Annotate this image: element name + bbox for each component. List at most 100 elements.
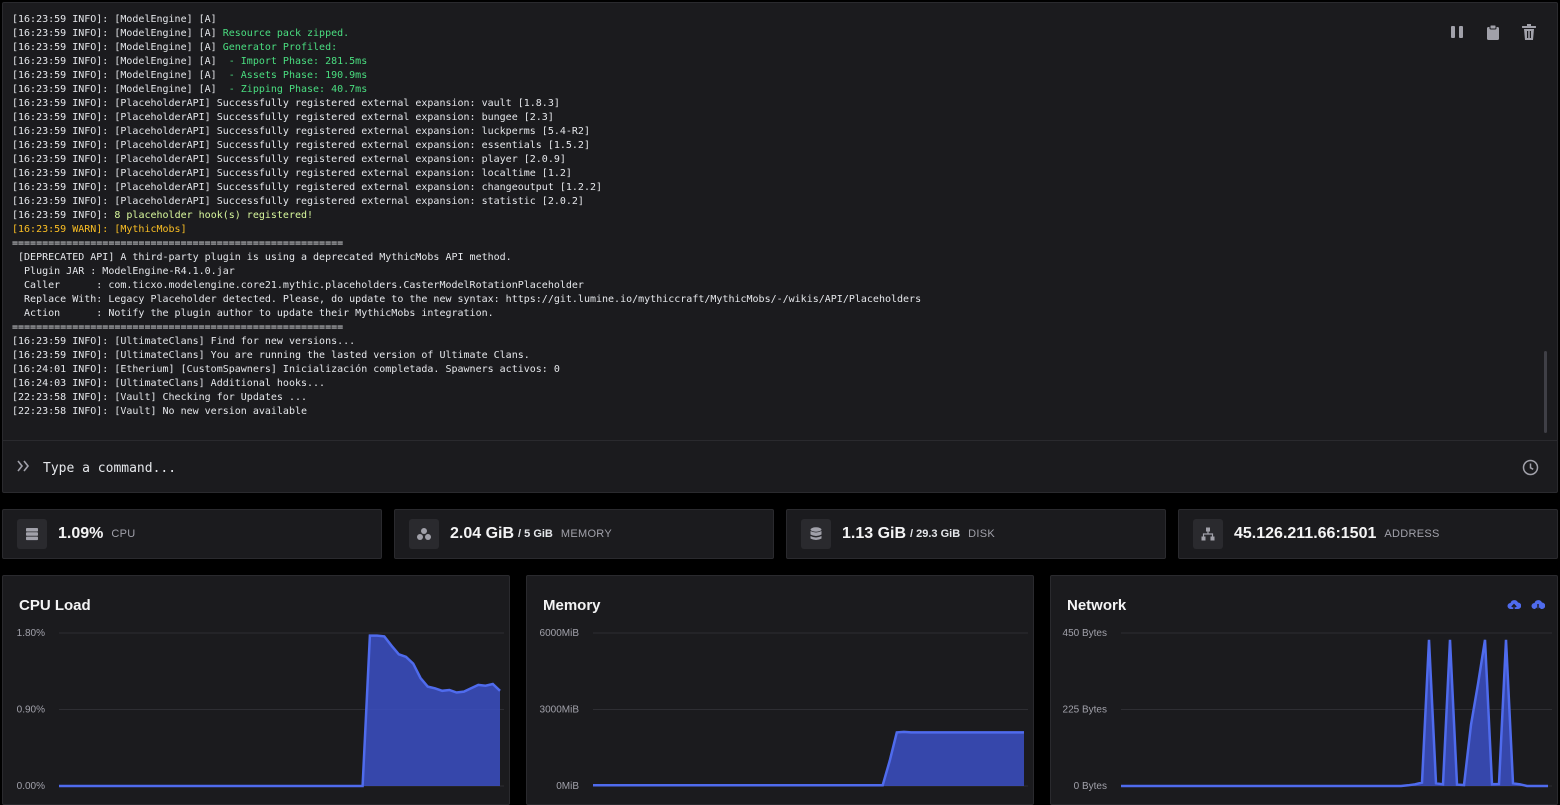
console-text: [22:23:58 INFO]: [Vault] No new version …: [12, 406, 308, 417]
console-text: Plugin JAR : ModelEngine-R4.1.0.jar: [12, 266, 235, 277]
console-text: Caller : com.ticxo.modelengine.core21.my…: [12, 280, 584, 291]
clipboard-icon: [1487, 24, 1499, 40]
console-text: [16:23:59 INFO]: [PlaceholderAPI] Succes…: [12, 98, 560, 109]
network-icon: [1201, 527, 1215, 541]
console-panel: [16:23:59 INFO]: [ModelEngine] [A] [16:23…: [2, 2, 1558, 493]
pause-button[interactable]: [1447, 22, 1467, 42]
stat-icon-box: [801, 519, 831, 549]
console-line: [22:23:58 INFO]: [Vault] No new version …: [12, 405, 1432, 419]
stat-label: MEMORY: [560, 528, 612, 540]
series-area: [59, 635, 500, 786]
console-text: [DEPRECATED API] A third-party plugin is…: [12, 252, 512, 263]
stat-disk: 1.13 GiB / 29.3 GiB DISK: [786, 509, 1166, 559]
y-tick-label: 225 Bytes: [1063, 705, 1107, 716]
console-text: [16:23:59 INFO]: [ModelEngine] [A]: [12, 70, 229, 81]
console-text: [16:23:59 INFO]: [ModelEngine] [A]: [12, 56, 229, 67]
console-line: [16:23:59 INFO]: [UltimateClans] Find fo…: [12, 335, 1432, 349]
console-line: ========================================…: [12, 237, 1432, 251]
console-line: Plugin JAR : ModelEngine-R4.1.0.jar: [12, 265, 1432, 279]
copy-button[interactable]: [1483, 22, 1503, 42]
console-text: [16:23:59 INFO]: [ModelEngine] [A]: [12, 28, 223, 39]
cpu-chart-card: CPU Load 1.80% 0.90% 0.00%: [2, 575, 510, 805]
stat-icon-box: [1193, 519, 1223, 549]
console-line: [16:23:59 INFO]: [PlaceholderAPI] Succes…: [12, 181, 1432, 195]
console-text: [16:23:59 INFO]: [ModelEngine] [A]: [12, 84, 229, 95]
console-text: Resource pack zipped.: [222, 28, 350, 39]
console-text: [16:24:03 INFO]: [UltimateClans] Additio…: [12, 378, 326, 389]
stat-value: 45.126.211.66:1501: [1234, 525, 1377, 542]
console-line: [16:23:59 INFO]: [PlaceholderAPI] Succes…: [12, 111, 1432, 125]
command-input[interactable]: [43, 454, 1483, 482]
y-tick-label: 3000MiB: [540, 705, 580, 716]
console-text: Replace With: Legacy Placeholder detecte…: [12, 294, 922, 305]
console-text: Generator Profiled:: [222, 42, 338, 53]
console-line: [16:24:01 INFO]: [Etherium] [CustomSpawn…: [12, 363, 1432, 377]
console-line: Caller : com.ticxo.modelengine.core21.my…: [12, 279, 1432, 293]
command-bar: [3, 440, 1557, 493]
console-line: Replace With: Legacy Placeholder detecte…: [12, 293, 1432, 307]
network-chart-card: Network 450 Bytes 225 Bytes 0 Bytes: [1050, 575, 1558, 805]
y-tick-label: 1.80%: [17, 628, 45, 639]
console-text: [16:23:59 INFO]: [ModelEngine] [A]: [12, 14, 217, 25]
console-line: [16:23:59 INFO]: [PlaceholderAPI] Succes…: [12, 139, 1432, 153]
y-tick-label: 0MiB: [556, 781, 579, 792]
server-icon: [26, 528, 38, 541]
series-area: [1121, 639, 1548, 786]
console-text: [16:23:59 INFO]: [PlaceholderAPI] Succes…: [12, 196, 584, 207]
console-scrollbar[interactable]: [1544, 351, 1547, 433]
y-tick-label: 6000MiB: [540, 628, 580, 639]
console-line: [16:23:59 INFO]: [ModelEngine] [A]: [12, 13, 1432, 27]
console-text: [16:24:01 INFO]: [Etherium] [CustomSpawn…: [12, 364, 560, 375]
console-text: 8 placeholder hook(s) registered!: [114, 210, 314, 221]
stat-icon-box: [17, 519, 47, 549]
y-tick-label: 0.90%: [17, 705, 45, 716]
stat-cpu: 1.09% CPU: [2, 509, 382, 559]
stat-label: ADDRESS: [1384, 528, 1440, 540]
console-line: [16:24:03 INFO]: [UltimateClans] Additio…: [12, 377, 1432, 391]
console-text: [16:23:59 INFO]: [PlaceholderAPI] Succes…: [12, 140, 590, 151]
console-line: [16:23:59 INFO]: [ModelEngine] [A] - Imp…: [12, 55, 1432, 69]
console-text: [16:23:59 INFO]: [UltimateClans] Find fo…: [12, 336, 356, 347]
console-text: - Zipping Phase: 40.7ms: [228, 84, 368, 95]
console-line: [16:23:59 WARN]: [MythicMobs]: [12, 223, 1432, 237]
console-text: [16:23:59 INFO]: [PlaceholderAPI] Succes…: [12, 168, 572, 179]
memory-icon: [417, 528, 431, 540]
database-icon: [810, 527, 822, 540]
console-line: [16:23:59 INFO]: [PlaceholderAPI] Succes…: [12, 125, 1432, 139]
console-toolbar: [1447, 22, 1539, 42]
console-text: [16:23:59 INFO]: [PlaceholderAPI] Succes…: [12, 182, 603, 193]
console-line: [16:23:59 INFO]: [PlaceholderAPI] Succes…: [12, 153, 1432, 167]
console-line: Action : Notify the plugin author to upd…: [12, 307, 1432, 321]
console-line: [16:23:59 INFO]: [ModelEngine] [A] Gener…: [12, 41, 1432, 55]
stat-memory: 2.04 GiB / 5 GiB MEMORY: [394, 509, 774, 559]
stat-total: / 5 GiB: [518, 528, 553, 540]
y-tick-label: 0.00%: [17, 781, 45, 792]
console-line: [16:23:59 INFO]: [ModelEngine] [A] Resou…: [12, 27, 1432, 41]
console-text: [16:23:59 WARN]: [MythicMobs]: [12, 224, 187, 235]
y-tick-label: 450 Bytes: [1063, 628, 1107, 639]
stat-icon-box: [409, 519, 439, 549]
network-chart: 450 Bytes 225 Bytes 0 Bytes: [1063, 628, 1552, 792]
stat-total: / 29.3 GiB: [910, 528, 961, 540]
memory-chart: 6000MiB 3000MiB 0MiB: [540, 628, 1028, 792]
stat-label: DISK: [968, 528, 996, 540]
cpu-load-chart: 1.80% 0.90% 0.00%: [17, 628, 504, 792]
console-line: [16:23:59 INFO]: [PlaceholderAPI] Succes…: [12, 195, 1432, 209]
stat-value: 1.09%: [58, 525, 104, 542]
console-line: ========================================…: [12, 321, 1432, 335]
trash-icon: [1522, 24, 1536, 40]
console-text: [16:23:59 INFO]: [ModelEngine] [A]: [12, 42, 223, 53]
console-line: [DEPRECATED API] A third-party plugin is…: [12, 251, 1432, 265]
console-text: [16:23:59 INFO]: [UltimateClans] You are…: [12, 350, 530, 361]
console-text: ========================================…: [12, 238, 344, 249]
console-line: [16:23:59 INFO]: [ModelEngine] [A] - Zip…: [12, 83, 1432, 97]
console-text: ========================================…: [12, 322, 344, 333]
console-text: Action : Notify the plugin author to upd…: [12, 308, 494, 319]
console-text: [22:23:58 INFO]: [Vault] Checking for Up…: [12, 392, 308, 403]
history-icon[interactable]: [1522, 459, 1539, 476]
y-tick-label: 0 Bytes: [1074, 781, 1107, 792]
console-text: [16:23:59 INFO]: [PlaceholderAPI] Succes…: [12, 154, 566, 165]
console-text: [16:23:59 INFO]: [PlaceholderAPI] Succes…: [12, 126, 590, 137]
clear-button[interactable]: [1519, 22, 1539, 42]
console-line: [16:23:59 INFO]: [PlaceholderAPI] Succes…: [12, 97, 1432, 111]
